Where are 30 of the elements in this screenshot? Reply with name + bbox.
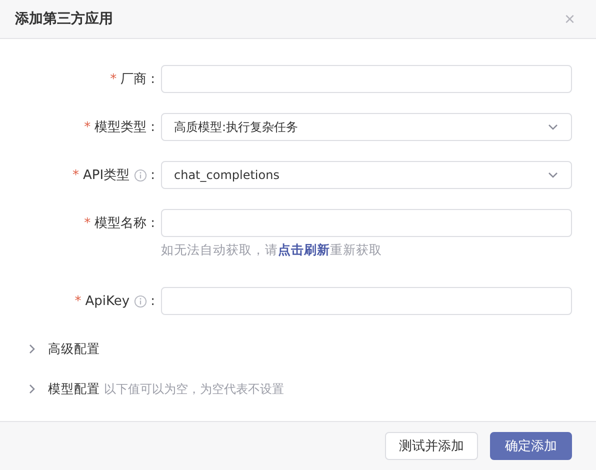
input-field[interactable] xyxy=(161,287,572,315)
field-label: 厂商 xyxy=(120,71,147,88)
info-icon[interactable] xyxy=(134,168,147,182)
refresh-link[interactable]: 点击刷新 xyxy=(278,242,330,257)
label-colon: : xyxy=(150,216,155,230)
field-label: ApiKey xyxy=(85,294,130,308)
section-title: 高级配置 xyxy=(48,340,100,358)
confirm-button[interactable]: 确定添加 xyxy=(490,432,572,460)
input-field[interactable] xyxy=(161,209,572,237)
dialog-title: 添加第三方应用 xyxy=(15,10,113,28)
field-label: API类型 xyxy=(83,167,130,184)
info-icon[interactable] xyxy=(134,294,147,308)
required-mark: * xyxy=(110,72,117,86)
section-title: 模型配置 xyxy=(48,380,100,398)
label-colon: : xyxy=(150,294,155,308)
required-mark: * xyxy=(84,216,91,230)
field-label: 模型类型 xyxy=(94,119,147,136)
select-field[interactable]: chat_completions xyxy=(161,161,572,189)
section-note: 以下值可以为空，为空代表不设置 xyxy=(104,380,284,398)
select-field[interactable]: 高质模型:执行复杂任务 xyxy=(161,113,572,141)
hint-text: 如无法自动获取，请点击刷新重新获取 xyxy=(161,241,383,259)
required-mark: * xyxy=(72,168,80,182)
required-mark: * xyxy=(74,294,82,308)
field-label: 模型名称 xyxy=(94,215,147,232)
label-colon: : xyxy=(150,72,155,86)
input-field[interactable] xyxy=(161,65,572,93)
required-mark: * xyxy=(84,120,91,134)
label-colon: : xyxy=(150,168,155,182)
test-button[interactable]: 测试并添加 xyxy=(385,432,478,460)
label-colon: : xyxy=(150,120,155,134)
